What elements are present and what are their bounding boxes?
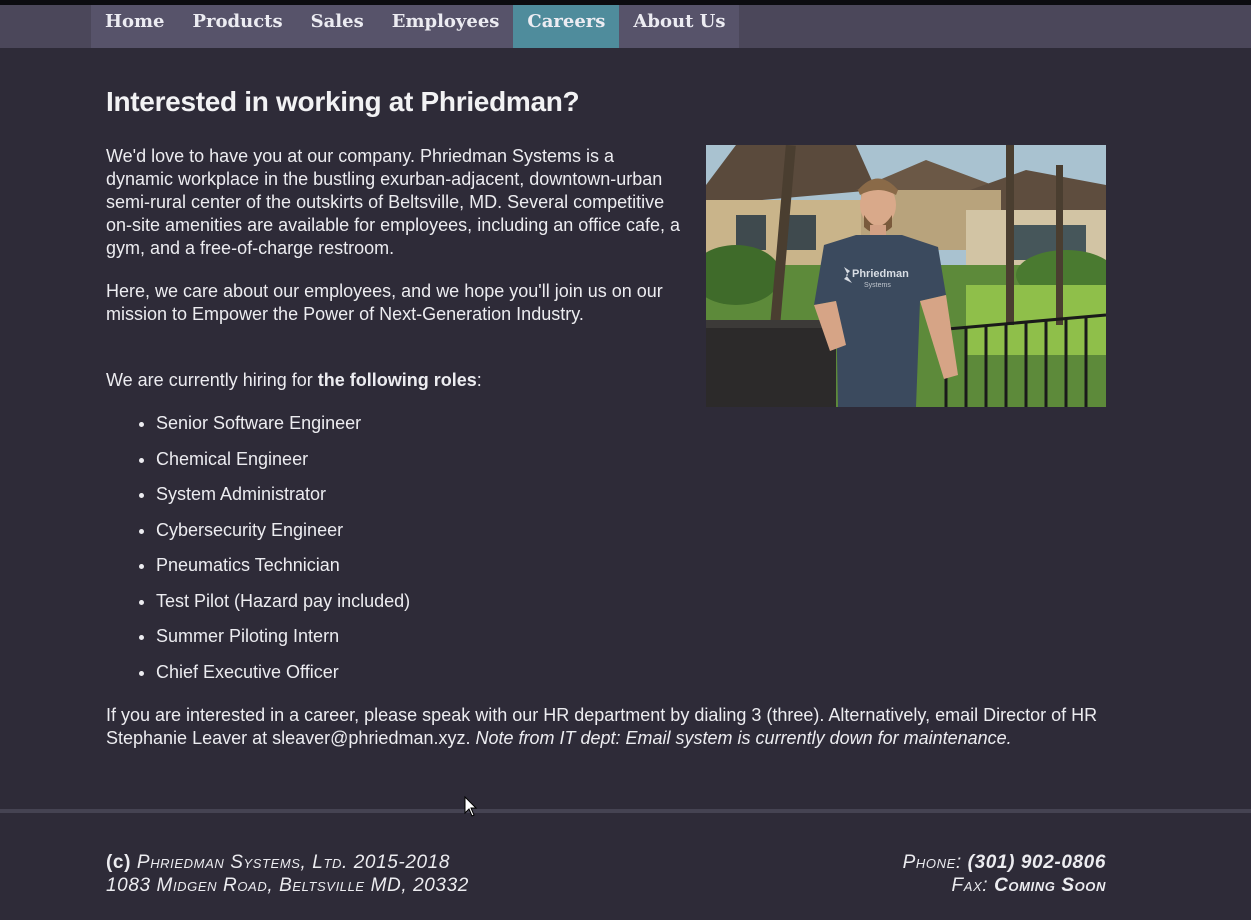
role-item: System Administrator	[156, 481, 410, 517]
phone-number: (301) 902-0806	[967, 852, 1106, 873]
footer-contact-info: Phone: (301) 902-0806 Fax: Coming Soon	[903, 851, 1106, 897]
nav-sales[interactable]: Sales	[297, 5, 378, 48]
footer-company-info: (c) Phriedman Systems, Ltd. 2015-2018 10…	[106, 851, 469, 897]
hiring-suffix: :	[476, 370, 482, 390]
fax-value: Coming Soon	[994, 875, 1106, 896]
nav-about-us[interactable]: About Us	[619, 5, 739, 48]
role-item: Test Pilot (Hazard pay included)	[156, 588, 410, 624]
role-item: Pneumatics Technician	[156, 552, 410, 588]
nav-menu: Home Products Sales Employees Careers Ab…	[91, 5, 740, 48]
company-name: Phriedman Systems, Ltd. 2015-2018	[136, 852, 451, 873]
nav-employees[interactable]: Employees	[378, 5, 514, 48]
hiring-paragraph: We are currently hiring for the followin…	[106, 369, 686, 392]
roles-list: Senior Software Engineer Chemical Engine…	[106, 410, 410, 694]
role-item: Summer Piloting Intern	[156, 623, 410, 659]
contact-paragraph: If you are interested in a career, pleas…	[106, 704, 1106, 750]
company-address: 1083 Midgen Road, Beltsville MD, 20332	[106, 875, 469, 896]
nav-careers[interactable]: Careers	[513, 5, 620, 48]
hiring-emphasis: the following roles	[317, 370, 477, 390]
page-title: Interested in working at Phriedman?	[106, 86, 580, 117]
copyright-mark: (c)	[106, 852, 132, 873]
nav-products[interactable]: Products	[179, 5, 297, 48]
phone-label: Phone:	[902, 852, 968, 873]
mouse-cursor-icon	[464, 796, 478, 817]
shirt-logo-subtext: Systems	[864, 282, 891, 289]
role-item: Chief Executive Officer	[156, 659, 410, 695]
intro-paragraph: We'd love to have you at our company. Ph…	[106, 146, 680, 258]
navigation-bar: Home Products Sales Employees Careers Ab…	[0, 5, 1251, 48]
shirt-logo-text: Phriedman	[852, 268, 909, 280]
role-item: Cybersecurity Engineer	[156, 517, 410, 553]
role-item: Chemical Engineer	[156, 446, 410, 482]
role-item: Senior Software Engineer	[156, 410, 410, 446]
nav-home[interactable]: Home	[91, 5, 179, 48]
fax-label: Fax:	[951, 875, 995, 896]
it-note: Note from IT dept: Email system is curre…	[475, 728, 1012, 748]
employee-photo: Phriedman Systems	[706, 145, 1106, 407]
hiring-prefix: We are currently hiring for	[106, 370, 318, 390]
mission-paragraph: Here, we care about our employees, and w…	[106, 281, 663, 324]
footer-divider	[0, 809, 1251, 813]
